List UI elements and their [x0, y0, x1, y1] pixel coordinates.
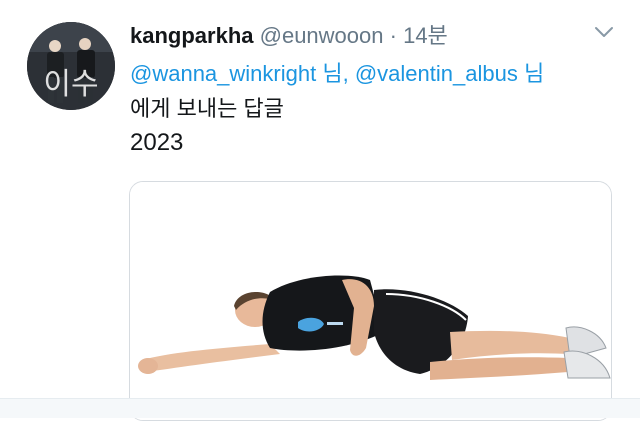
avatar-image: 이수: [27, 22, 115, 110]
reply-suffix: 님: [523, 61, 545, 86]
reply-suffix: 님,: [322, 61, 349, 86]
mention-link[interactable]: @wanna_winkright: [130, 61, 316, 86]
mention-link[interactable]: @valentin_albus: [355, 61, 518, 86]
handle[interactable]: @eunwooon: [260, 23, 384, 48]
timestamp[interactable]: 14분: [403, 23, 448, 48]
tweet-header: kangparkha @eunwooon · 14분: [130, 18, 448, 50]
media-card[interactable]: [129, 181, 612, 421]
reply-to: @wanna_winkright 님, @valentin_albus 님: [130, 56, 544, 88]
chevron-down-icon[interactable]: [592, 22, 616, 42]
avatar[interactable]: 이수: [27, 22, 115, 110]
svg-text:이수: 이수: [43, 67, 98, 102]
tweet-actions-bar: [0, 398, 640, 418]
tweet-text: 2023: [130, 129, 184, 156]
media-photo: [130, 182, 611, 420]
reply-to-label: 에게 보내는 답글: [130, 96, 284, 121]
separator-dot: ·: [389, 23, 397, 48]
username[interactable]: kangparkha: [130, 23, 254, 48]
